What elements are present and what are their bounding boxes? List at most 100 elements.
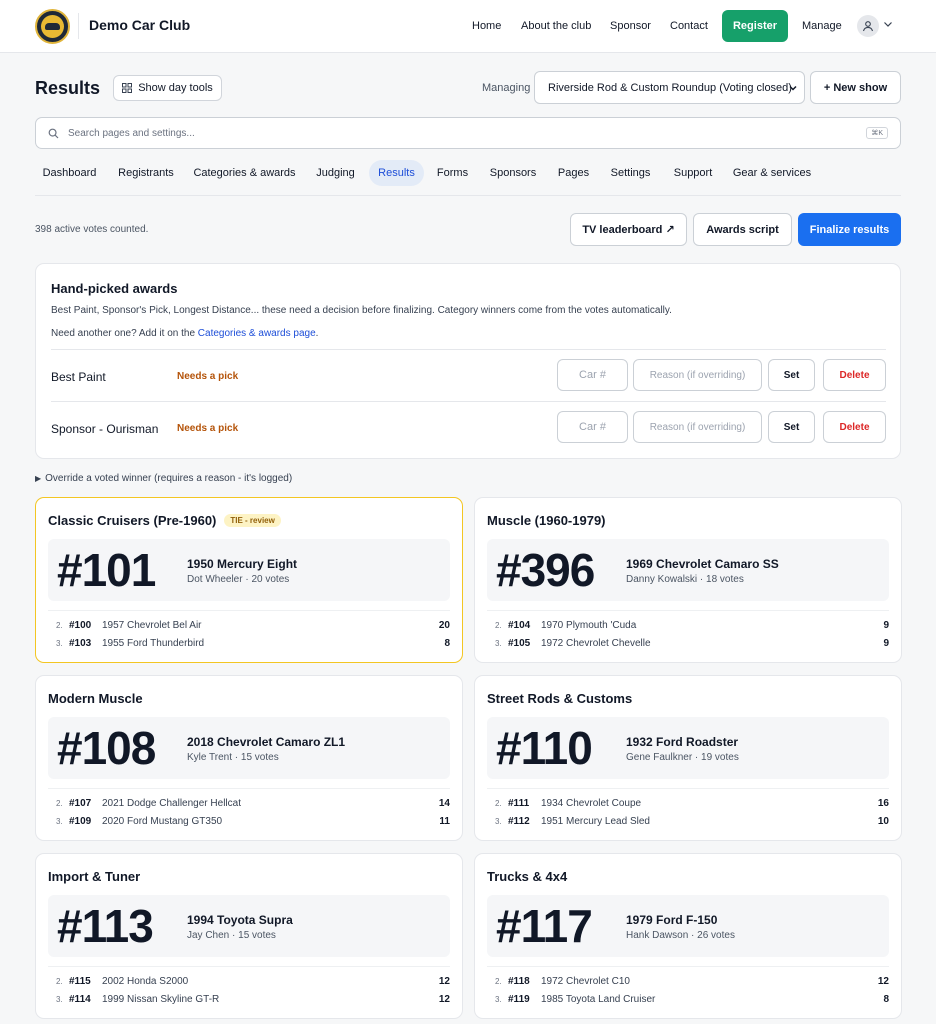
club-logo[interactable] (35, 9, 70, 44)
category-card: Muscle (1960-1979) #396 1969 Chevrolet C… (474, 497, 902, 663)
winner-car: 1950 Mercury Eight (187, 557, 298, 571)
nav-manage[interactable]: Manage (802, 20, 842, 32)
tab-registrants[interactable]: Registrants (110, 160, 182, 186)
nav-sponsor[interactable]: Sponsor (610, 20, 651, 32)
tab-sponsors[interactable]: Sponsors (482, 160, 544, 186)
winner-car: 1979 Ford F-150 (626, 913, 718, 927)
vote-count: 9 (883, 638, 889, 649)
category-card: Trucks & 4x4 #117 1979 Ford F-150 Hank D… (474, 853, 902, 1019)
search-input[interactable]: Search pages and settings... ⌘K (35, 117, 901, 149)
car-name: 1951 Mercury Lead Sled (541, 816, 650, 827)
car-number: #115 (69, 976, 91, 987)
car-number: #118 (508, 976, 530, 987)
runner-up-row: 3. #103 1955 Ford Thunderbird 8 (48, 637, 450, 653)
car-number-input[interactable]: Car # (557, 359, 628, 391)
winner-meta: Hank Dawson · 26 votes (626, 930, 735, 941)
delete-button[interactable]: Delete (823, 411, 886, 443)
winner-meta: Gene Faulkner · 19 votes (626, 752, 739, 763)
award-name: Best Paint (51, 370, 106, 384)
car-number: #105 (508, 638, 531, 649)
tab-results[interactable]: Results (369, 160, 424, 186)
reason-input[interactable]: Reason (if overriding) (633, 411, 762, 443)
show-day-tools-button[interactable]: Show day tools (113, 75, 222, 101)
divider (487, 610, 889, 611)
category-title: Import & Tuner (48, 869, 141, 884)
top-navbar: Demo Car Club Home About the club Sponso… (0, 0, 936, 53)
show-day-tools-label: Show day tools (138, 82, 213, 94)
category-name: Classic Cruisers (Pre-1960) (48, 513, 217, 528)
vote-count: 11 (439, 816, 450, 827)
tab-gear-services[interactable]: Gear & services (728, 160, 816, 186)
rank: 3. (56, 817, 63, 826)
nav-home[interactable]: Home (472, 20, 501, 32)
categories-awards-link[interactable]: Categories & awards page (198, 328, 316, 339)
chevron-down-icon (789, 85, 797, 91)
category-title: Muscle (1960-1979) (487, 513, 606, 528)
user-avatar[interactable] (857, 15, 879, 37)
car-name: 1970 Plymouth 'Cuda (541, 620, 637, 631)
awards-script-button[interactable]: Awards script (693, 213, 792, 246)
nav-about[interactable]: About the club (521, 20, 591, 32)
hand-picked-awards-panel: Hand-picked awards Best Paint, Sponsor's… (35, 263, 901, 459)
winner-meta: Dot Wheeler · 20 votes (187, 574, 290, 585)
award-row: Best Paint Needs a pick Car # Reason (if… (51, 349, 886, 401)
rank: 3. (495, 995, 502, 1004)
car-name: 1934 Chevrolet Coupe (541, 798, 642, 809)
tab-forms[interactable]: Forms (430, 160, 475, 186)
award-row: Sponsor - Ourisman Needs a pick Car # Re… (51, 401, 886, 453)
vote-count: 14 (438, 798, 450, 809)
divider (487, 966, 889, 967)
winner-meta: Kyle Trent · 15 votes (187, 752, 279, 763)
vote-count: 8 (883, 994, 889, 1005)
tab-dashboard[interactable]: Dashboard (35, 160, 104, 186)
winner-car: 1969 Chevrolet Camaro SS (626, 557, 779, 571)
rank: 3. (56, 639, 63, 648)
delete-button[interactable]: Delete (823, 359, 886, 391)
tv-leaderboard-button[interactable]: TV leaderboard ↗ (570, 213, 687, 246)
register-button[interactable]: Register (722, 10, 788, 42)
rank: 3. (56, 995, 63, 1004)
chevron-down-icon[interactable] (883, 19, 893, 29)
vote-count: 12 (438, 976, 450, 987)
user-icon (862, 21, 874, 32)
votes-count: 398 active votes counted. (35, 224, 149, 235)
tab-judging[interactable]: Judging (307, 160, 364, 186)
set-button[interactable]: Set (768, 359, 815, 391)
divider (48, 966, 450, 967)
tab-categories-awards[interactable]: Categories & awards (189, 160, 300, 186)
section-tabs: Dashboard Registrants Categories & award… (35, 160, 901, 196)
car-number: #107 (69, 798, 92, 809)
grid-icon (122, 83, 133, 93)
new-show-button[interactable]: + New show (810, 71, 901, 104)
override-disclosure[interactable]: ▶ Override a voted winner (requires a rea… (35, 473, 292, 484)
winner-box: #110 1932 Ford Roadster Gene Faulkner · … (487, 717, 889, 779)
panel-title: Hand-picked awards (51, 281, 178, 296)
rank: 2. (56, 799, 63, 808)
finalize-results-button[interactable]: Finalize results (798, 213, 901, 246)
winner-meta: Jay Chen · 15 votes (187, 930, 276, 941)
runner-up-row: 2. #104 1970 Plymouth 'Cuda 9 (487, 619, 889, 635)
award-name: Sponsor - Ourisman (51, 422, 159, 436)
divider (78, 13, 79, 39)
tab-pages[interactable]: Pages (551, 160, 596, 186)
car-number-input[interactable]: Car # (557, 411, 628, 443)
vote-count: 8 (444, 638, 450, 649)
car-number: #109 (69, 816, 92, 827)
winner-box: #108 2018 Chevrolet Camaro ZL1 Kyle Tren… (48, 717, 450, 779)
tab-support[interactable]: Support (665, 160, 721, 186)
car-number: #103 (69, 638, 92, 649)
nav-contact[interactable]: Contact (670, 20, 708, 32)
car-name: 2021 Dodge Challenger Hellcat (102, 798, 241, 809)
vote-count: 16 (877, 798, 889, 809)
car-number: #111 (508, 798, 530, 809)
car-name: 1955 Ford Thunderbird (102, 638, 205, 649)
tie-badge: TIE - review (224, 514, 281, 527)
panel-hint: Need another one? Add it on the Categori… (51, 328, 318, 339)
set-button[interactable]: Set (768, 411, 815, 443)
runner-up-row: 3. #109 2020 Ford Mustang GT350 11 (48, 815, 450, 831)
tab-settings[interactable]: Settings (602, 160, 659, 186)
show-select[interactable]: Riverside Rod & Custom Roundup (Voting c… (534, 71, 805, 104)
reason-input[interactable]: Reason (if overriding) (633, 359, 762, 391)
award-status: Needs a pick (177, 371, 239, 382)
brand-name[interactable]: Demo Car Club (89, 17, 190, 33)
